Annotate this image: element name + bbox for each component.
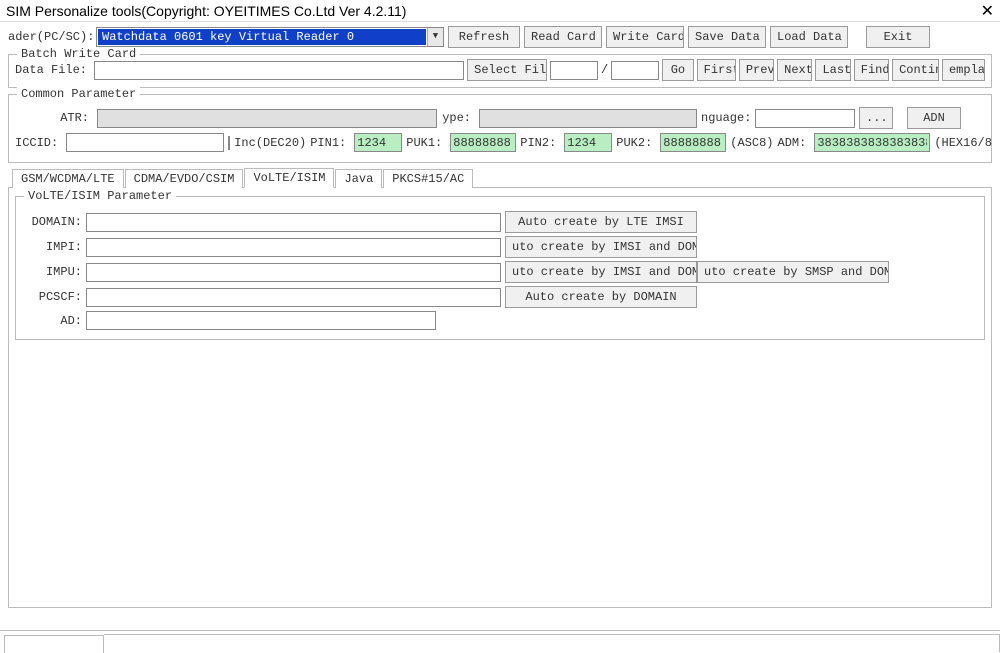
language-browse-button[interactable]: ... <box>859 107 893 129</box>
pin1-input[interactable] <box>354 133 402 152</box>
impu-auto1-button[interactable]: uto create by IMSI and DOMAIN <box>505 261 697 283</box>
chevron-down-icon[interactable]: ▼ <box>427 28 443 46</box>
type-label: ype: <box>441 111 475 125</box>
status-line <box>104 634 1000 652</box>
pos2-input[interactable] <box>611 61 659 80</box>
iccid-input[interactable] <box>66 133 224 152</box>
read-card-button[interactable]: Read Card <box>524 26 602 48</box>
pin2-label: PIN2: <box>520 136 560 150</box>
close-icon[interactable]: ✕ <box>981 1 994 21</box>
volte-legend: VoLTE/ISIM Parameter <box>24 189 176 203</box>
status-tab[interactable] <box>4 635 104 653</box>
go-button[interactable]: Go <box>662 59 693 81</box>
reader-row: ader(PC/SC): Watchdata 0601 key Virtual … <box>8 26 992 48</box>
reader-label: ader(PC/SC): <box>8 30 92 44</box>
puk2-input[interactable] <box>660 133 726 152</box>
status-bar <box>0 630 1000 652</box>
pin1-label: PIN1: <box>310 136 350 150</box>
find-button[interactable]: Find <box>854 59 889 81</box>
impu-input[interactable] <box>86 263 501 282</box>
data-file-input[interactable] <box>94 61 464 80</box>
load-data-button[interactable]: Load Data <box>770 26 848 48</box>
pos1-input[interactable] <box>550 61 598 80</box>
first-button[interactable]: First <box>697 59 736 81</box>
adn-button[interactable]: ADN <box>907 107 961 129</box>
tab-strip: GSM/WCDMA/LTE CDMA/EVDO/CSIM VoLTE/ISIM … <box>8 167 992 188</box>
domain-auto-button[interactable]: Auto create by LTE IMSI <box>505 211 697 233</box>
language-label: nguage: <box>701 111 751 125</box>
next-button[interactable]: Next <box>777 59 812 81</box>
batch-legend: Batch Write Card <box>17 47 140 61</box>
language-input[interactable] <box>755 109 855 128</box>
tab-body: VoLTE/ISIM Parameter DOMAIN: Auto create… <box>8 188 992 608</box>
tab-pkcs[interactable]: PKCS#15/AC <box>383 169 473 188</box>
common-legend: Common Parameter <box>17 87 140 101</box>
last-button[interactable]: Last <box>815 59 850 81</box>
exit-button[interactable]: Exit <box>866 26 930 48</box>
write-card-button[interactable]: Write Card <box>606 26 684 48</box>
inc-checkbox[interactable] <box>228 136 230 150</box>
continue-button[interactable]: Continu <box>892 59 939 81</box>
asc8-label: (ASC8) <box>730 136 773 150</box>
impi-label: IMPI: <box>22 240 86 254</box>
pcscf-auto-button[interactable]: Auto create by DOMAIN <box>505 286 697 308</box>
prev-button[interactable]: Prev <box>739 59 774 81</box>
common-param-group: Common Parameter ATR: ype: nguage: ... A… <box>8 94 992 163</box>
atr-input[interactable] <box>97 109 437 128</box>
iccid-label: ICCID: <box>15 136 62 150</box>
puk2-label: PUK2: <box>616 136 656 150</box>
impi-auto-button[interactable]: uto create by IMSI and DOMAIN <box>505 236 697 258</box>
impu-auto2-button[interactable]: uto create by SMSP and DOMAIN <box>697 261 889 283</box>
tab-volte[interactable]: VoLTE/ISIM <box>244 168 334 188</box>
batch-write-group: Batch Write Card Data File: Select File … <box>8 54 992 88</box>
tab-cdma[interactable]: CDMA/EVDO/CSIM <box>125 169 244 188</box>
tab-gsm[interactable]: GSM/WCDMA/LTE <box>12 169 124 188</box>
reader-dropdown[interactable]: Watchdata 0601 key Virtual Reader 0 ▼ <box>96 27 444 47</box>
atr-label: ATR: <box>15 111 93 125</box>
pcscf-label: PCSCF: <box>22 290 86 304</box>
titlebar: SIM Personalize tools(Copyright: OYEITIM… <box>0 0 1000 22</box>
impu-label: IMPU: <box>22 265 86 279</box>
select-file-button[interactable]: Select File <box>467 59 547 81</box>
pcscf-input[interactable] <box>86 288 501 307</box>
ad-label: AD: <box>22 314 86 328</box>
hex-label: (HEX16/8 <box>934 136 992 150</box>
reader-selected: Watchdata 0601 key Virtual Reader 0 <box>98 29 426 45</box>
pin2-input[interactable] <box>564 133 612 152</box>
type-input[interactable] <box>479 109 697 128</box>
tab-java[interactable]: Java <box>335 169 382 188</box>
adm-label: ADM: <box>778 136 811 150</box>
inc-label: Inc(DEC20) <box>234 136 306 150</box>
window-title: SIM Personalize tools(Copyright: OYEITIM… <box>6 3 406 19</box>
ad-input[interactable] <box>86 311 436 330</box>
adm-input[interactable] <box>814 133 930 152</box>
impi-input[interactable] <box>86 238 501 257</box>
domain-label: DOMAIN: <box>22 215 86 229</box>
slash-label: / <box>601 63 608 77</box>
save-data-button[interactable]: Save Data <box>688 26 766 48</box>
volte-group: VoLTE/ISIM Parameter DOMAIN: Auto create… <box>15 196 985 340</box>
puk1-input[interactable] <box>450 133 516 152</box>
refresh-button[interactable]: Refresh <box>448 26 520 48</box>
template-button[interactable]: emplat <box>942 59 985 81</box>
domain-input[interactable] <box>86 213 501 232</box>
puk1-label: PUK1: <box>406 136 446 150</box>
data-file-label: Data File: <box>15 63 91 77</box>
